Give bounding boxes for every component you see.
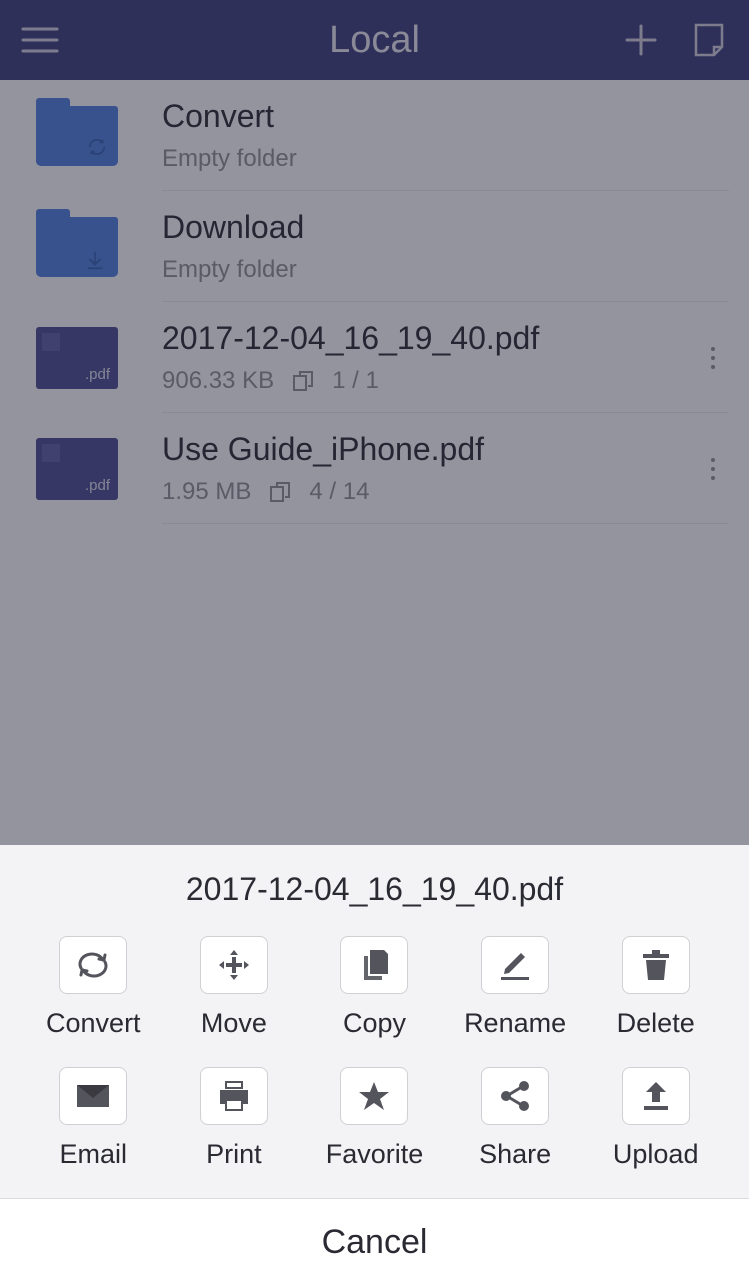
action-email[interactable]: Email xyxy=(28,1067,159,1170)
action-move[interactable]: Move xyxy=(169,936,300,1039)
action-copy[interactable]: Copy xyxy=(309,936,440,1039)
action-delete[interactable]: Delete xyxy=(590,936,721,1039)
move-icon xyxy=(200,936,268,994)
upload-icon xyxy=(622,1067,690,1125)
sheet-title: 2017-12-04_16_19_40.pdf xyxy=(0,845,749,926)
email-icon xyxy=(59,1067,127,1125)
action-upload[interactable]: Upload xyxy=(590,1067,721,1170)
print-icon xyxy=(200,1067,268,1125)
action-rename[interactable]: Rename xyxy=(450,936,581,1039)
action-share[interactable]: Share xyxy=(450,1067,581,1170)
favorite-icon xyxy=(340,1067,408,1125)
action-favorite[interactable]: Favorite xyxy=(309,1067,440,1170)
rename-icon xyxy=(481,936,549,994)
share-icon xyxy=(481,1067,549,1125)
copy-icon xyxy=(340,936,408,994)
action-sheet: 2017-12-04_16_19_40.pdf Convert Move Cop… xyxy=(0,845,749,1286)
action-print[interactable]: Print xyxy=(169,1067,300,1170)
delete-icon xyxy=(622,936,690,994)
action-convert[interactable]: Convert xyxy=(28,936,159,1039)
cancel-button[interactable]: Cancel xyxy=(0,1198,749,1286)
convert-icon xyxy=(59,936,127,994)
